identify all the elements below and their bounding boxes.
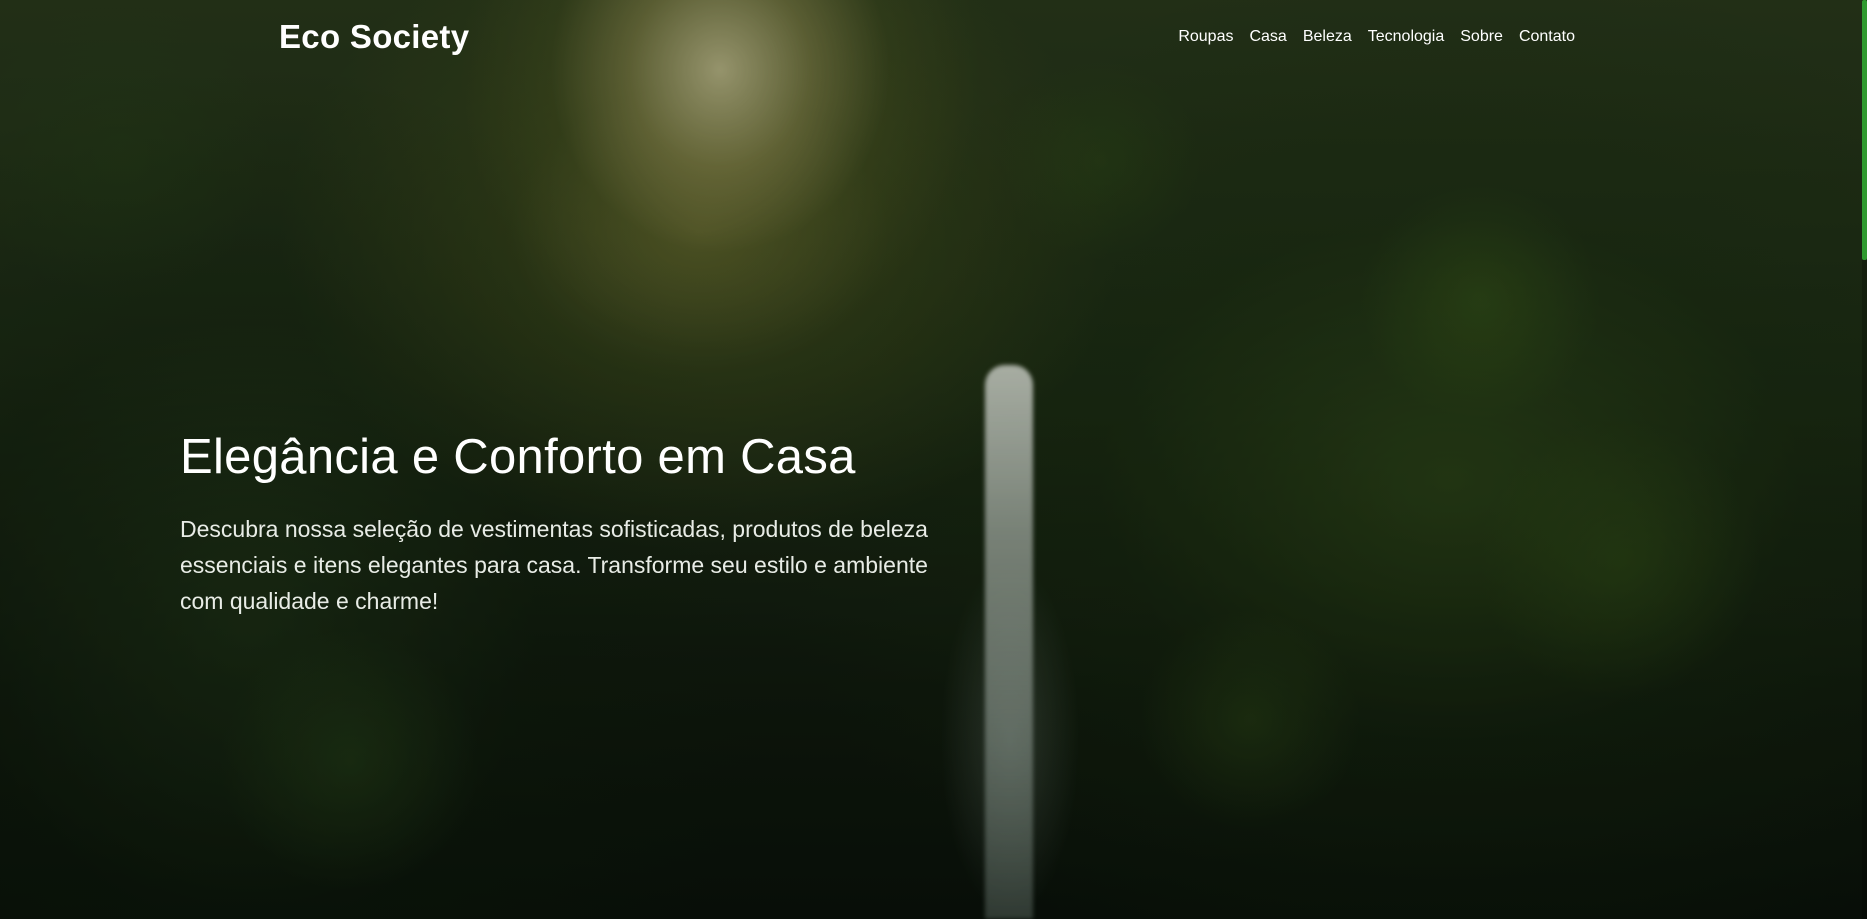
hero-description: Descubra nossa seleção de vestimentas so… — [180, 516, 928, 614]
site-logo[interactable]: Eco Society — [279, 18, 469, 56]
site-header: Eco Society Roupas Casa Beleza Tecnologi… — [0, 0, 1867, 76]
hero-title: Elegância e Conforto em Casa — [180, 430, 856, 484]
nav-item-casa[interactable]: Casa — [1249, 26, 1286, 48]
nav-item-contato[interactable]: Contato — [1519, 26, 1575, 48]
page-scrollbar[interactable] — [1862, 0, 1867, 919]
nav-item-roupas[interactable]: Roupas — [1178, 26, 1233, 48]
nav-item-tecnologia[interactable]: Tecnologia — [1368, 26, 1445, 48]
hero-section: Elegância e Conforto em Casa Descubra no… — [180, 425, 940, 619]
nav-item-beleza[interactable]: Beleza — [1303, 26, 1352, 48]
nav-item-sobre[interactable]: Sobre — [1460, 26, 1503, 48]
main-nav: Roupas Casa Beleza Tecnologia Sobre Cont… — [1178, 26, 1575, 48]
scrollbar-thumb[interactable] — [1862, 0, 1867, 260]
page: Eco Society Roupas Casa Beleza Tecnologi… — [0, 0, 1867, 919]
